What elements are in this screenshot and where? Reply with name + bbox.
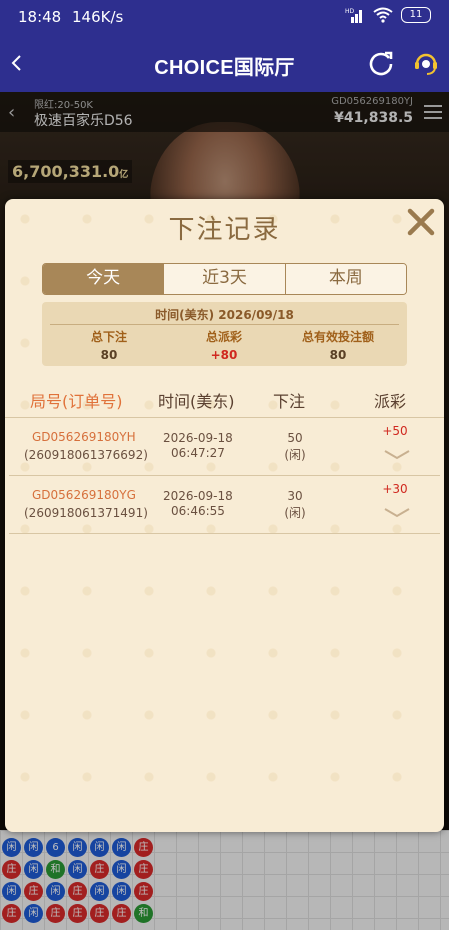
record-payout: +50 (382, 424, 408, 438)
tab-last-3-days[interactable]: 近3天 (164, 264, 286, 294)
total-bet-label: 总下注 (90, 330, 127, 344)
modal-title: 下注记录 (168, 215, 281, 245)
record-time: 06:47:27 (171, 446, 225, 460)
record-payout: +30 (382, 482, 408, 496)
total-valid-bet-label: 总有效投注额 (301, 330, 374, 344)
record-date: 2026-09-18 (163, 431, 233, 445)
record-time: 06:46:55 (171, 504, 225, 518)
record-order-id: (260918061376692) (24, 448, 148, 462)
nav-bar: CHOICE国际厅 (0, 34, 449, 92)
hd-signal-icon: HD (345, 8, 362, 23)
customer-support-icon[interactable] (411, 48, 441, 78)
record-round-id: GD056269180YH (32, 430, 136, 444)
column-payout: 派彩 (374, 392, 407, 411)
summary-divider (50, 324, 399, 325)
chevron-down-icon[interactable] (383, 506, 411, 520)
record-date: 2026-09-18 (163, 489, 233, 503)
total-payout-value: +80 (210, 348, 238, 362)
status-icons: HD 11 (345, 7, 431, 23)
svg-text:HD: HD (345, 8, 355, 15)
total-valid-bet-value: 80 (329, 348, 347, 362)
summary-date: 时间(美东) 2026/09/18 (155, 308, 294, 322)
summary-panel: 时间(美东) 2026/09/18 总下注 80 总派彩 +80 总有效投注额 … (42, 302, 407, 366)
bet-record-modal: 下注记录 今天 近3天 本周 时间(美东) 2026/09/18 总下注 80 … (5, 199, 444, 832)
record-row[interactable]: GD056269180YH (260918061376692) 2026-09-… (5, 418, 444, 476)
record-row[interactable]: GD056269180YG (260918061371491) 2026-09-… (5, 476, 444, 534)
list-header: 局号(订单号) 时间(美东) 下注 派彩 (5, 388, 444, 416)
record-side: (闲) (284, 448, 306, 462)
column-order: 局号(订单号) (30, 392, 123, 411)
network-speed: 146K/s (72, 8, 124, 26)
total-bet: 总下注 80 (49, 328, 169, 362)
refresh-icon[interactable] (367, 49, 395, 77)
tab-this-week[interactable]: 本周 (285, 264, 406, 294)
status-bar: 18:48 146K/s HD 11 (0, 0, 449, 34)
row-divider (9, 533, 440, 534)
record-round-id: GD056269180YG (32, 488, 136, 502)
total-payout-label: 总派彩 (205, 330, 242, 344)
close-icon[interactable] (404, 205, 438, 239)
record-bet: 50 (287, 431, 303, 445)
battery-icon: 11 (401, 7, 431, 23)
total-payout: 总派彩 +80 (164, 328, 284, 362)
date-range-tabs: 今天 近3天 本周 (42, 263, 407, 295)
wifi-icon (373, 7, 393, 23)
record-side: (闲) (284, 506, 306, 520)
tab-today[interactable]: 今天 (43, 264, 165, 294)
total-bet-value: 80 (100, 348, 118, 362)
chevron-down-icon[interactable] (383, 448, 411, 462)
column-bet: 下注 (273, 392, 306, 411)
total-valid-bet: 总有效投注额 80 (278, 328, 398, 362)
record-order-id: (260918061371491) (24, 506, 148, 520)
status-time: 18:48 (18, 8, 62, 26)
column-time: 时间(美东) (158, 392, 235, 411)
record-bet: 30 (287, 489, 303, 503)
